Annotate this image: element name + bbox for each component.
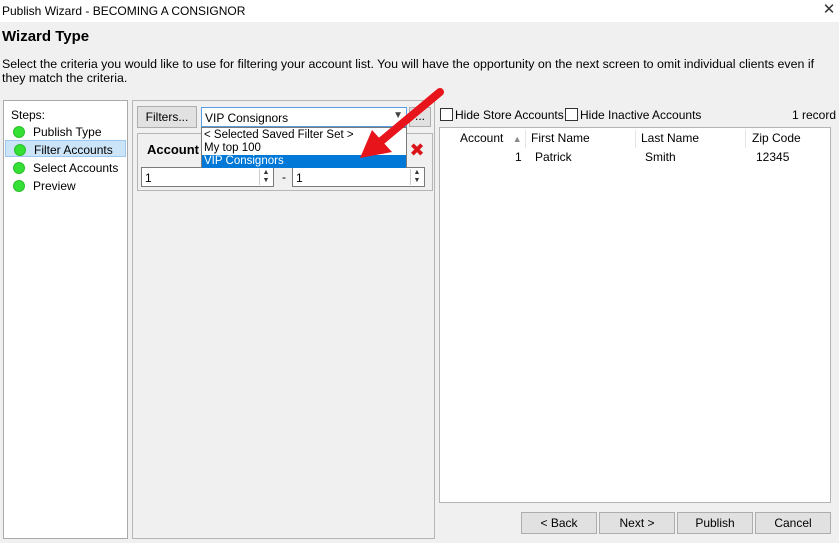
- hide-store-checkbox[interactable]: [440, 108, 453, 121]
- hide-inactive-label: Hide Inactive Accounts: [580, 108, 702, 122]
- range-separator: -: [282, 170, 286, 184]
- spinner-arrows-icon[interactable]: ▲ ▼: [259, 169, 272, 185]
- column-header-first-name[interactable]: First Name: [531, 131, 590, 147]
- next-button[interactable]: Next >: [599, 512, 675, 534]
- column-divider[interactable]: [635, 130, 636, 148]
- cell-last-name[interactable]: Smith: [645, 150, 676, 164]
- column-divider[interactable]: [525, 130, 526, 148]
- step-label: Preview: [33, 179, 76, 193]
- step-filter-accounts[interactable]: Filter Accounts: [5, 140, 126, 157]
- record-count: 1 record: [792, 108, 837, 122]
- step-label: Select Accounts: [33, 161, 119, 175]
- step-preview[interactable]: Preview: [5, 177, 126, 194]
- filter-set-value: VIP Consignors: [205, 111, 289, 125]
- status-dot-icon: [13, 126, 25, 138]
- steps-label: Steps:: [11, 108, 46, 122]
- column-header-label: Account: [460, 131, 504, 145]
- range-from-input[interactable]: 1 ▲ ▼: [141, 167, 274, 187]
- window-title: Publish Wizard - BECOMING A CONSIGNOR: [2, 4, 246, 18]
- accounts-grid[interactable]: [439, 127, 831, 503]
- cell-account[interactable]: 1: [515, 150, 522, 164]
- range-to-value: 1: [296, 171, 303, 185]
- spinner-arrows-icon[interactable]: ▲ ▼: [410, 169, 423, 185]
- hide-store-label: Hide Store Accounts: [455, 108, 564, 122]
- cancel-button[interactable]: Cancel: [755, 512, 831, 534]
- close-icon[interactable]: ✕: [820, 1, 838, 19]
- step-label: Filter Accounts: [34, 143, 113, 157]
- step-label: Publish Type: [33, 125, 102, 139]
- step-publish-type[interactable]: Publish Type: [5, 123, 126, 140]
- column-divider[interactable]: [745, 130, 746, 148]
- page-title: Wizard Type: [2, 28, 90, 45]
- column-header-account[interactable]: Account ▲: [460, 131, 522, 147]
- steps-panel: Steps: Publish Type Filter Accounts Sele…: [3, 100, 128, 539]
- column-header-last-name[interactable]: Last Name: [641, 131, 699, 147]
- sort-asc-icon: ▲: [512, 134, 522, 144]
- range-to-input[interactable]: 1 ▲ ▼: [292, 167, 425, 187]
- status-dot-icon: [14, 144, 26, 156]
- status-dot-icon: [13, 162, 25, 174]
- annotation-arrow-icon: [360, 88, 444, 158]
- filters-button[interactable]: Filters...: [137, 106, 197, 128]
- cell-zip-code[interactable]: 12345: [756, 150, 789, 164]
- step-select-accounts[interactable]: Select Accounts: [5, 159, 126, 176]
- publish-button[interactable]: Publish: [677, 512, 753, 534]
- column-header-zip-code[interactable]: Zip Code: [752, 131, 801, 147]
- back-button[interactable]: < Back: [521, 512, 597, 534]
- description-text: Select the criteria you would like to us…: [2, 57, 815, 85]
- status-dot-icon: [13, 180, 25, 192]
- range-from-value: 1: [145, 171, 152, 185]
- cell-first-name[interactable]: Patrick: [535, 150, 572, 164]
- hide-inactive-checkbox[interactable]: [565, 108, 578, 121]
- filter-box-title: Account: [147, 142, 199, 157]
